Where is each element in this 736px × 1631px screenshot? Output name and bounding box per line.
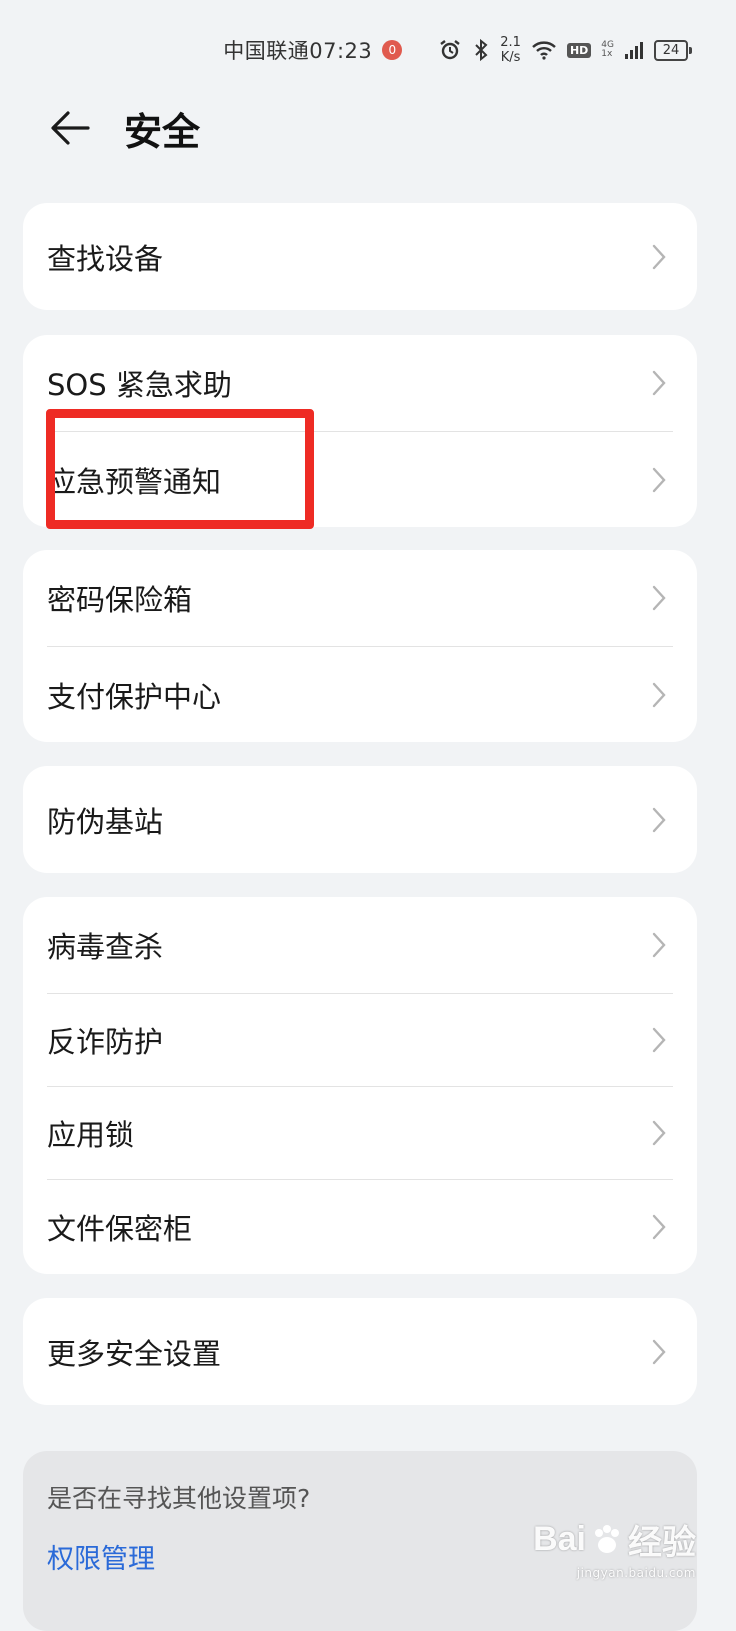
chevron-right-icon [649,1118,669,1148]
row-anti-fraud[interactable]: 反诈防护 [23,994,697,1086]
suggestion-question: 是否在寻找其他设置项? [47,1484,311,1513]
battery-icon: 24 [654,39,692,61]
chevron-right-icon [649,368,669,398]
chevron-right-icon [649,1025,669,1055]
settings-group-find: 查找设备 [23,203,697,310]
chevron-right-icon [649,242,669,272]
row-find-device[interactable]: 查找设备 [23,203,697,310]
battery-level: 24 [662,42,680,58]
chevron-right-icon [649,583,669,613]
header: 安全 [48,98,200,158]
chevron-right-icon [649,1337,669,1367]
alarm-icon [438,38,462,62]
row-label: 支付保护中心 [47,679,222,714]
settings-group-protection: 病毒查杀 反诈防护 应用锁 文件保密柜 [23,897,697,1274]
watermark-logo: Bai 经验 [533,1515,696,1564]
carrier-time: 中国联通07:23 [223,39,373,63]
row-payment-protection[interactable]: 支付保护中心 [23,647,697,742]
bluetooth-icon [472,38,490,62]
arrow-left-icon [51,111,90,145]
row-file-safe[interactable]: 文件保密柜 [23,1180,697,1274]
settings-group-fake-station: 防伪基站 [23,766,697,873]
row-label: 防伪基站 [47,804,164,839]
network-sub: 1x [601,49,613,59]
row-virus-scan[interactable]: 病毒查杀 [23,897,697,993]
notification-badge: 0 [382,40,403,60]
row-label: 密码保险箱 [47,583,193,617]
net-speed-value: 2.1 [500,35,521,50]
row-label: 查找设备 [47,241,164,276]
settings-group-more: 更多安全设置 [23,1298,697,1405]
row-label: SOS 紧急求助 [47,368,232,402]
network-type-badge: 4G 1x [601,41,614,59]
row-emergency-alert[interactable]: 应急预警通知 [23,432,697,527]
net-speed: 2.1 K/s [500,35,521,65]
row-fake-base-station[interactable]: 防伪基站 [23,766,697,873]
watermark-url: jingyan.baidu.com [576,1566,696,1580]
row-label: 更多安全设置 [47,1336,222,1371]
chevron-right-icon [649,465,669,495]
row-label: 应急预警通知 [47,464,222,499]
back-button[interactable] [48,106,92,150]
row-sos[interactable]: SOS 紧急求助 [23,335,697,431]
hd-badge: HD [566,42,592,58]
net-speed-unit: K/s [500,50,521,65]
watermark-text-left: Bai [533,1520,586,1558]
row-more-security-settings[interactable]: 更多安全设置 [23,1298,697,1405]
wifi-icon [531,40,557,60]
settings-group-emergency: SOS 紧急求助 应急预警通知 [23,335,697,527]
row-password-vault[interactable]: 密码保险箱 [23,550,697,646]
row-label: 病毒查杀 [47,930,164,964]
chevron-right-icon [649,805,669,835]
page-title: 安全 [124,109,201,154]
watermark-text-right: 经验 [628,1524,696,1562]
row-label: 反诈防护 [47,1025,164,1059]
chevron-right-icon [649,1212,669,1242]
paw-icon [595,1524,619,1553]
row-label: 文件保密柜 [47,1212,193,1246]
chevron-right-icon [649,930,669,960]
chevron-right-icon [649,680,669,710]
baidu-watermark: Bai 经验 jingyan.baidu.com [533,1515,696,1580]
row-app-lock[interactable]: 应用锁 [23,1087,697,1179]
status-bar: 中国联通07:23 0 2.1 K/s HD 4G 1x 24 [223,30,692,70]
row-label: 应用锁 [47,1118,135,1152]
signal-icon [624,40,644,60]
settings-group-password: 密码保险箱 支付保护中心 [23,550,697,742]
